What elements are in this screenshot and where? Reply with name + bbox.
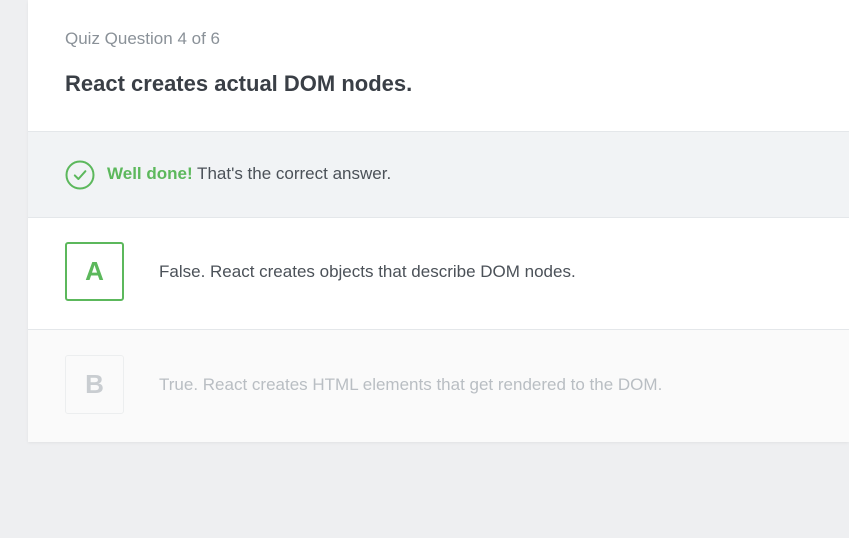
quiz-header: Quiz Question 4 of 6 React creates actua…: [28, 0, 849, 132]
check-circle-icon: [65, 160, 95, 190]
answer-letter-b: B: [65, 355, 124, 414]
feedback-banner: Well done! That's the correct answer.: [28, 132, 849, 218]
answer-text-b: True. React creates HTML elements that g…: [159, 375, 663, 394]
answer-option-b[interactable]: B True. React creates HTML elements that…: [28, 330, 849, 442]
question-count: Quiz Question 4 of 6: [65, 29, 220, 48]
feedback-strong: Well done!: [107, 164, 193, 183]
answer-letter-a: A: [65, 242, 124, 301]
quiz-card: Quiz Question 4 of 6 React creates actua…: [28, 0, 849, 442]
feedback-message: Well done! That's the correct answer.: [107, 164, 391, 184]
question-text: React creates actual DOM nodes.: [65, 71, 413, 96]
answer-option-a[interactable]: A False. React creates objects that desc…: [28, 218, 849, 330]
feedback-detail: That's the correct answer.: [192, 164, 392, 183]
answer-text-a: False. React creates objects that descri…: [159, 262, 576, 281]
